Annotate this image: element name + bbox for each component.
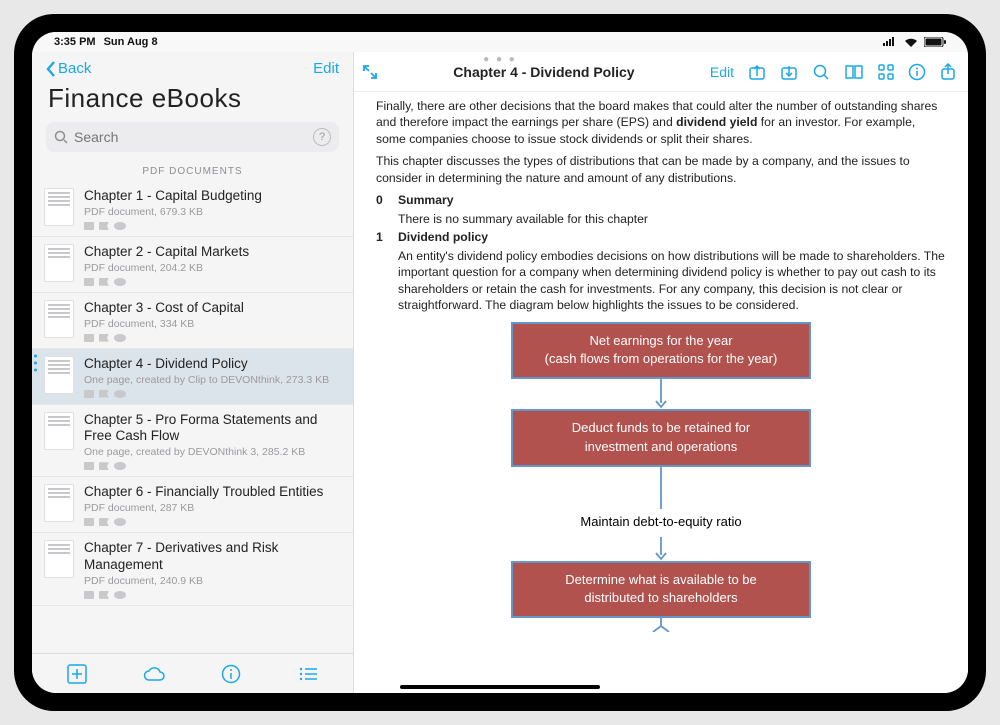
multitask-dots-icon[interactable]: [34, 354, 37, 371]
fullscreen-button[interactable]: [362, 64, 378, 80]
document-list[interactable]: Chapter 1 - Capital Budgeting PDF docume…: [32, 181, 353, 653]
search-field[interactable]: ?: [46, 122, 339, 152]
arrow-down-icon: [651, 618, 671, 632]
back-label: Back: [58, 60, 91, 77]
status-date: Sun Aug 8: [104, 36, 158, 48]
doc-tag-icons: [84, 518, 341, 526]
section-text: An entity's dividend policy embodies dec…: [398, 248, 946, 314]
doc-meta: PDF document, 287 KB: [84, 502, 341, 514]
doc-meta: PDF document, 334 KB: [84, 318, 341, 330]
flowchart-box: Determine what is available to be distri…: [511, 561, 811, 619]
flowchart: Net earnings for the year (cash flows fr…: [376, 322, 946, 633]
search-icon: [54, 130, 68, 144]
doc-thumb-icon: [44, 188, 74, 226]
sidebar-edit-button[interactable]: Edit: [313, 60, 339, 77]
add-button[interactable]: [57, 664, 97, 684]
list-item[interactable]: Chapter 2 - Capital Markets PDF document…: [32, 237, 353, 293]
reader-view-button[interactable]: [844, 64, 864, 80]
sidebar: Back Edit Finance eBooks ? PDF DOCUMENTS: [32, 52, 354, 693]
section-title: Summary: [398, 192, 454, 208]
paragraph: This chapter discusses the types of dist…: [376, 153, 946, 186]
doc-meta: PDF document, 240.9 KB: [84, 575, 341, 587]
doc-meta: PDF document, 679.3 KB: [84, 206, 341, 218]
doc-thumb-icon: [44, 300, 74, 338]
doc-title: Chapter 2 - Capital Markets: [84, 244, 341, 261]
doc-meta: One page, created by DEVONthink 3, 285.2…: [84, 446, 341, 458]
doc-thumb-icon: [44, 244, 74, 282]
paragraph: Finally, there are other decisions that …: [376, 98, 946, 147]
status-icons: [882, 37, 946, 47]
list-item[interactable]: Chapter 6 - Financially Troubled Entitie…: [32, 477, 353, 533]
list-item[interactable]: Chapter 5 - Pro Forma Statements and Fre…: [32, 405, 353, 478]
section-title: Dividend policy: [398, 229, 488, 245]
list-item[interactable]: Chapter 1 - Capital Budgeting PDF docume…: [32, 181, 353, 237]
doc-tag-icons: [84, 278, 341, 286]
doc-tag-icons: [84, 222, 341, 230]
doc-title: Chapter 3 - Cost of Capital: [84, 300, 341, 317]
doc-thumb-icon: [44, 356, 74, 394]
content-title: Chapter 4 - Dividend Policy: [392, 64, 696, 80]
doc-thumb-icon: [44, 412, 74, 450]
section-text: There is no summary available for this c…: [398, 211, 946, 227]
download-button[interactable]: [780, 63, 798, 81]
content-pane: Chapter 4 - Dividend Policy Edit Finally…: [354, 52, 968, 693]
sidebar-section-header: PDF DOCUMENTS: [32, 160, 353, 181]
back-button[interactable]: Back: [46, 60, 91, 77]
status-bar: 3:35 PM Sun Aug 8: [32, 32, 968, 52]
search-content-button[interactable]: [812, 63, 830, 81]
split-view-handle-icon[interactable]: ● ● ●: [483, 54, 517, 65]
doc-tag-icons: [84, 334, 341, 342]
sidebar-title: Finance eBooks: [32, 81, 353, 122]
chevron-left-icon: [46, 61, 56, 77]
home-indicator[interactable]: [400, 685, 600, 689]
doc-thumb-icon: [44, 484, 74, 522]
arrow-down-icon: [655, 467, 667, 509]
doc-title: Chapter 6 - Financially Troubled Entitie…: [84, 484, 341, 501]
doc-title: Chapter 4 - Dividend Policy: [84, 356, 341, 373]
doc-meta: PDF document, 204.2 KB: [84, 262, 341, 274]
section-number: 0: [376, 192, 386, 208]
doc-thumb-icon: [44, 540, 74, 578]
grid-view-button[interactable]: [878, 64, 894, 80]
flowchart-box: Net earnings for the year (cash flows fr…: [511, 322, 811, 380]
info-button[interactable]: [211, 664, 251, 684]
doc-title: Chapter 5 - Pro Forma Statements and Fre…: [84, 412, 341, 446]
doc-tag-icons: [84, 462, 341, 470]
list-item[interactable]: Chapter 7 - Derivatives and Risk Managem…: [32, 533, 353, 606]
list-item[interactable]: Chapter 3 - Cost of Capital PDF document…: [32, 293, 353, 349]
help-icon[interactable]: ?: [313, 128, 331, 146]
doc-title: Chapter 7 - Derivatives and Risk Managem…: [84, 540, 341, 574]
section-number: 1: [376, 229, 386, 245]
move-to-button[interactable]: [748, 63, 766, 81]
arrow-down-icon: [655, 379, 667, 409]
info-content-button[interactable]: [908, 63, 926, 81]
flowchart-box: Deduct funds to be retained for investme…: [511, 409, 811, 467]
flowchart-label: Maintain debt-to-equity ratio: [580, 513, 741, 531]
list-item[interactable]: Chapter 4 - Dividend Policy One page, cr…: [32, 349, 353, 405]
doc-tag-icons: [84, 591, 341, 599]
document-body[interactable]: Finally, there are other decisions that …: [354, 92, 968, 693]
cloud-button[interactable]: [134, 666, 174, 682]
doc-meta: One page, created by Clip to DEVONthink,…: [84, 374, 341, 386]
list-view-button[interactable]: [288, 666, 328, 682]
arrow-down-icon: [655, 537, 667, 561]
share-button[interactable]: [940, 63, 956, 81]
content-edit-button[interactable]: Edit: [710, 64, 734, 80]
doc-title: Chapter 1 - Capital Budgeting: [84, 188, 341, 205]
search-input[interactable]: [74, 129, 307, 145]
doc-tag-icons: [84, 390, 341, 398]
content-toolbar: Chapter 4 - Dividend Policy Edit: [354, 52, 968, 92]
status-time: 3:35 PM: [54, 36, 96, 48]
sidebar-bottom-toolbar: [32, 653, 353, 693]
